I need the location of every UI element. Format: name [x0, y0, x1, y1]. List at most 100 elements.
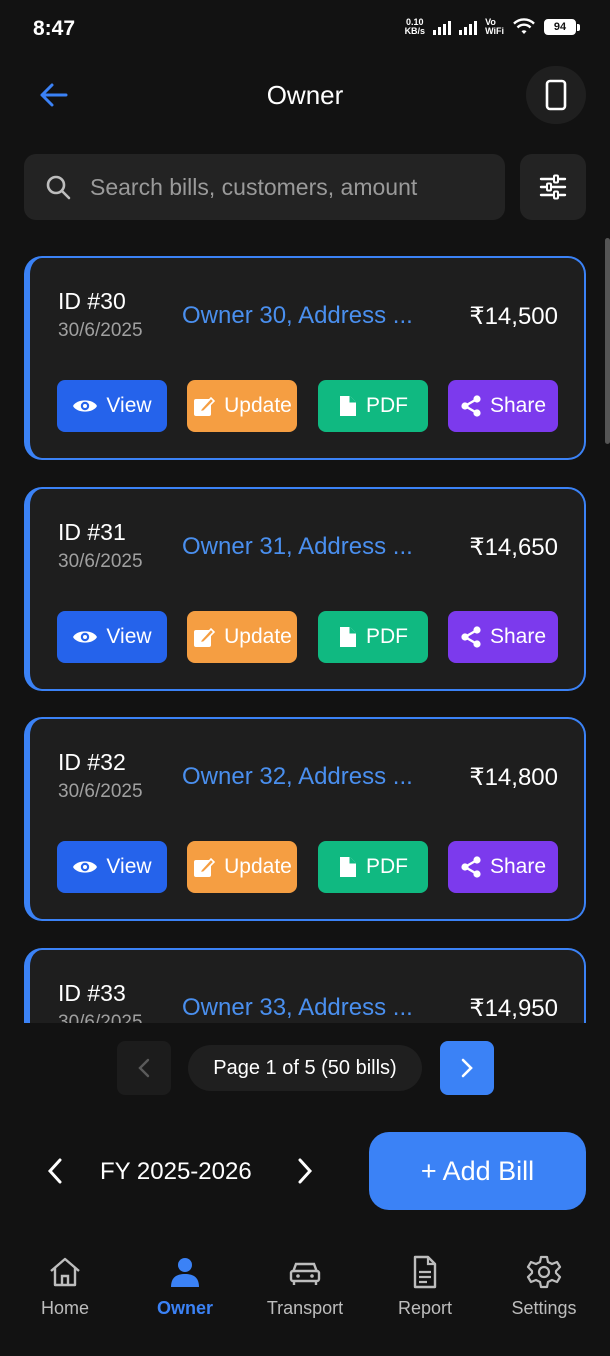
eye-icon — [73, 861, 98, 873]
nav-transport[interactable]: Transport — [245, 1254, 365, 1334]
page-indicator: Page 1 of 5 (50 bills) — [188, 1045, 422, 1091]
nav-report-label: Report — [397, 1298, 453, 1318]
nav-home[interactable]: Home — [5, 1254, 125, 1334]
status-time: 8:47 — [33, 17, 76, 40]
sliders-icon — [539, 174, 567, 200]
fiscal-year-row: FY 2025-2026 + Add Bill — [0, 1132, 610, 1210]
view-label: View — [106, 855, 152, 878]
nav-owner-label: Owner — [156, 1298, 213, 1318]
update-button[interactable]: Update — [187, 841, 297, 893]
share-icon — [461, 856, 481, 878]
home-icon — [50, 1257, 80, 1287]
signal-icon — [433, 19, 452, 35]
page-title: Owner — [266, 80, 344, 110]
view-label: View — [106, 394, 152, 417]
bill-card[interactable]: ID #33 30/6/2025 Owner 33, Address ... ₹… — [24, 948, 586, 1023]
eye-icon — [73, 631, 98, 643]
pdf-button[interactable]: PDF — [318, 611, 428, 663]
bill-customer[interactable]: Owner 30, Address ... — [182, 302, 432, 330]
eye-icon — [73, 400, 98, 412]
share-label: Share — [489, 394, 547, 417]
document-icon — [413, 1255, 437, 1289]
person-icon — [171, 1258, 199, 1287]
update-button[interactable]: Update — [187, 611, 297, 663]
nav-owner[interactable]: Owner — [125, 1254, 245, 1334]
update-button[interactable]: Update — [187, 380, 297, 432]
pagination: Page 1 of 5 (50 bills) — [0, 1041, 610, 1097]
fiscal-year-label: FY 2025-2026 — [100, 1158, 252, 1185]
pdf-button[interactable]: PDF — [318, 380, 428, 432]
pdf-label: PDF — [366, 625, 408, 648]
chevron-left-icon — [47, 1158, 62, 1184]
status-icons: 0.10 KB/s Vo WiFi 94 — [405, 18, 580, 36]
share-button[interactable]: Share — [448, 611, 558, 663]
edit-icon — [194, 396, 216, 416]
file-icon — [340, 627, 356, 647]
filter-button[interactable] — [520, 154, 586, 220]
file-icon — [340, 857, 356, 877]
nav-settings-label: Settings — [511, 1298, 577, 1318]
network-speed: 0.10 KB/s — [405, 18, 426, 36]
bill-date: 30/6/2025 — [58, 320, 143, 341]
share-button[interactable]: Share — [448, 841, 558, 893]
search-input[interactable] — [90, 173, 505, 201]
pdf-button[interactable]: PDF — [318, 841, 428, 893]
edit-icon — [194, 627, 216, 647]
bill-amount: ₹14,800 — [469, 764, 558, 791]
bill-customer[interactable]: Owner 31, Address ... — [182, 533, 432, 561]
signal-icon — [459, 19, 478, 35]
next-page-button[interactable] — [440, 1041, 494, 1095]
chevron-right-icon — [298, 1158, 313, 1184]
network-speed-unit: KB/s — [404, 26, 426, 36]
bill-customer[interactable]: Owner 33, Address ... — [182, 994, 432, 1022]
view-label: View — [106, 625, 152, 648]
car-icon — [289, 1262, 321, 1285]
nav-report[interactable]: Report — [365, 1254, 485, 1334]
share-button[interactable]: Share — [448, 380, 558, 432]
update-label: Update — [224, 625, 292, 648]
file-icon — [340, 396, 356, 416]
bill-id: ID #33 — [58, 980, 126, 1006]
view-button[interactable]: View — [57, 380, 167, 432]
device-button[interactable] — [526, 66, 586, 124]
bill-list[interactable]: ID #30 30/6/2025 Owner 30, Address ... ₹… — [0, 238, 610, 1023]
view-button[interactable]: View — [57, 611, 167, 663]
next-fy-button[interactable] — [290, 1154, 320, 1188]
bill-amount: ₹14,650 — [469, 534, 558, 561]
bill-date: 30/6/2025 — [58, 1012, 143, 1023]
status-bar: 8:47 0.10 KB/s Vo WiFi 94 — [0, 0, 610, 60]
previous-page-button[interactable] — [117, 1041, 171, 1095]
bill-date: 30/6/2025 — [58, 781, 143, 802]
update-label: Update — [224, 855, 292, 878]
vowifi-label: Vo WiFi — [485, 18, 504, 36]
search-bar — [24, 154, 505, 220]
nav-home-label: Home — [40, 1298, 89, 1318]
battery-level: 94 — [544, 19, 576, 35]
share-icon — [461, 626, 481, 648]
bill-amount: ₹14,500 — [469, 303, 558, 330]
bill-card[interactable]: ID #31 30/6/2025 Owner 31, Address ... ₹… — [24, 487, 586, 691]
wifi-icon — [513, 18, 535, 34]
nav-settings[interactable]: Settings — [484, 1254, 604, 1334]
bill-date: 30/6/2025 — [58, 551, 143, 572]
pdf-label: PDF — [366, 394, 408, 417]
bill-card[interactable]: ID #30 30/6/2025 Owner 30, Address ... ₹… — [24, 256, 586, 460]
bill-id: ID #30 — [58, 288, 126, 314]
list-scrollbar[interactable] — [605, 238, 610, 444]
bill-customer[interactable]: Owner 32, Address ... — [182, 763, 432, 791]
share-icon — [461, 395, 481, 417]
update-label: Update — [224, 394, 292, 417]
view-button[interactable]: View — [57, 841, 167, 893]
pdf-label: PDF — [366, 855, 408, 878]
previous-fy-button[interactable] — [40, 1154, 70, 1188]
gear-icon — [526, 1255, 562, 1289]
chevron-left-icon — [138, 1058, 150, 1078]
bill-card[interactable]: ID #32 30/6/2025 Owner 32, Address ... ₹… — [24, 717, 586, 921]
edit-icon — [194, 857, 216, 877]
add-bill-button[interactable]: + Add Bill — [369, 1132, 586, 1210]
share-label: Share — [489, 855, 547, 878]
app-header: Owner — [0, 66, 610, 126]
bill-amount: ₹14,950 — [469, 995, 558, 1022]
share-label: Share — [489, 625, 547, 648]
battery-icon: 94 — [544, 19, 580, 35]
